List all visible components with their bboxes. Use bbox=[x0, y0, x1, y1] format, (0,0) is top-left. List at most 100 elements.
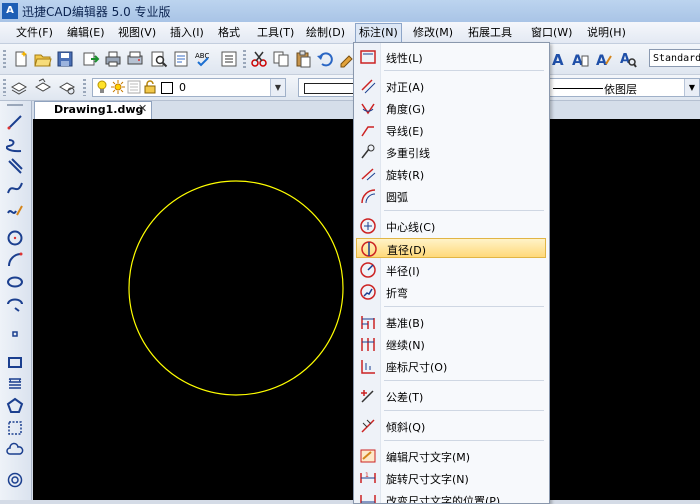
menu-item-baseline[interactable]: 基准(B) bbox=[356, 312, 546, 332]
toolbar-grip[interactable] bbox=[7, 104, 23, 107]
menu-item-diameter[interactable]: 直径(D) bbox=[356, 238, 546, 258]
menu-dimension[interactable]: 标注(N) bbox=[355, 23, 402, 43]
layer-state-icon[interactable] bbox=[58, 78, 76, 96]
close-icon[interactable]: ✕ bbox=[138, 102, 147, 115]
chevron-down-icon[interactable]: ▼ bbox=[270, 79, 285, 96]
layer-previous-icon[interactable] bbox=[34, 78, 52, 96]
chevron-down-icon[interactable]: ▼ bbox=[684, 79, 699, 96]
window-title: 迅捷CAD编辑器 5.0 专业版 bbox=[22, 5, 171, 19]
undo-icon[interactable] bbox=[316, 50, 334, 68]
menu-item-oblique[interactable]: 倾斜(Q) bbox=[356, 416, 546, 436]
lightbulb-icon[interactable] bbox=[95, 80, 109, 94]
svg-text:A: A bbox=[596, 53, 607, 68]
menu-item-rotate-dimtext[interactable]: 1 旋转尺寸文字(N) bbox=[356, 468, 546, 488]
menu-item-edit-dimtext[interactable]: 编辑尺寸文字(M) bbox=[356, 446, 546, 466]
menu-help[interactable]: 说明(H) bbox=[587, 25, 626, 41]
menu-item-linear[interactable]: 线性(L) bbox=[356, 47, 546, 67]
menu-format[interactable]: 格式 bbox=[218, 25, 240, 41]
polyline-tool-icon[interactable] bbox=[6, 136, 24, 154]
rectangle-tool-icon[interactable] bbox=[6, 353, 24, 371]
menu-separator bbox=[384, 70, 544, 71]
menu-bar: 文件(F) 编辑(E) 视图(V) 插入(I) 格式 工具(T) 绘制(D) 标… bbox=[0, 22, 700, 44]
text-edit-icon[interactable]: A bbox=[571, 50, 589, 68]
menu-item-move-dimtext[interactable]: 改变尺寸文字的位置(P) bbox=[356, 490, 546, 503]
menu-edit[interactable]: 编辑(E) bbox=[67, 25, 105, 41]
menu-item-aligned[interactable]: 对正(A) bbox=[356, 76, 546, 96]
export-icon[interactable] bbox=[82, 50, 100, 68]
menu-item-arc[interactable]: 圆弧 bbox=[356, 186, 546, 206]
menu-item-continue[interactable]: 继续(N) bbox=[356, 334, 546, 354]
spline-tool-icon[interactable] bbox=[6, 179, 24, 197]
spell-check-icon[interactable]: ABC bbox=[194, 50, 212, 68]
app-logo-icon: A bbox=[2, 3, 18, 19]
point-tool-icon[interactable] bbox=[6, 325, 24, 343]
circle-tool-icon[interactable] bbox=[6, 229, 24, 247]
properties-icon[interactable] bbox=[220, 50, 238, 68]
lock-icon[interactable] bbox=[143, 80, 157, 94]
title-bar: A 迅捷CAD编辑器 5.0 专业版 bbox=[0, 0, 700, 23]
ellipse-tool-icon[interactable] bbox=[6, 273, 24, 291]
menu-view[interactable]: 视图(V) bbox=[118, 25, 156, 41]
copy-icon[interactable] bbox=[272, 50, 290, 68]
toolbar-grip[interactable] bbox=[3, 50, 6, 68]
menu-item-ordinate[interactable]: 座标尺寸(O) bbox=[356, 356, 546, 376]
layer-color-swatch[interactable] bbox=[161, 82, 173, 94]
dimension-menu: 线性(L) 对正(A) 角度(G) 导线(E) 多重引线 旋转(R) 圆弧 中心… bbox=[353, 42, 550, 504]
text-style-select[interactable]: Standard bbox=[649, 49, 700, 67]
tolerance-icon bbox=[359, 387, 377, 405]
save-icon[interactable] bbox=[56, 50, 74, 68]
print-preview-icon[interactable] bbox=[150, 50, 168, 68]
menu-modify[interactable]: 修改(M) bbox=[413, 25, 453, 41]
menu-file[interactable]: 文件(F) bbox=[16, 25, 53, 41]
open-file-icon[interactable] bbox=[34, 50, 52, 68]
rotate-dimtext-icon: 1 bbox=[359, 469, 377, 487]
freeze-viewport-icon[interactable] bbox=[127, 80, 141, 94]
color-select[interactable] bbox=[298, 78, 358, 97]
layer-select[interactable]: 0 ▼ bbox=[92, 78, 286, 97]
hatch-tool-icon[interactable] bbox=[6, 375, 24, 393]
menu-item-multileader[interactable]: 多重引线 bbox=[356, 142, 546, 162]
new-file-icon[interactable] bbox=[12, 50, 30, 68]
menu-insert[interactable]: 插入(I) bbox=[170, 25, 204, 41]
menu-item-leader[interactable]: 导线(E) bbox=[356, 120, 546, 140]
freehand-tool-icon[interactable] bbox=[6, 201, 24, 219]
menu-separator bbox=[384, 440, 544, 441]
arc-tool-icon[interactable] bbox=[6, 251, 24, 269]
menu-window[interactable]: 窗口(W) bbox=[531, 25, 572, 41]
text-style-icon[interactable]: A bbox=[549, 50, 567, 68]
cut-icon[interactable] bbox=[250, 50, 268, 68]
page-setup-icon[interactable] bbox=[172, 50, 190, 68]
region-tool-icon[interactable] bbox=[6, 419, 24, 437]
menu-item-center-mark[interactable]: 中心线(C) bbox=[356, 216, 546, 236]
line-tool-icon[interactable] bbox=[6, 113, 24, 131]
cloud-tool-icon[interactable] bbox=[6, 441, 24, 459]
ellipse-arc-tool-icon[interactable] bbox=[6, 295, 24, 313]
multiline-tool-icon[interactable] bbox=[6, 157, 24, 175]
menu-item-angular[interactable]: 角度(G) bbox=[356, 98, 546, 118]
menu-draw[interactable]: 绘制(D) bbox=[306, 25, 345, 41]
linetype-select[interactable]: 依图层 ▼ bbox=[548, 78, 700, 97]
sun-icon[interactable] bbox=[111, 80, 125, 94]
edit-dimtext-icon bbox=[359, 447, 377, 465]
menu-item-rotated[interactable]: 旋转(R) bbox=[356, 164, 546, 184]
menu-item-jogged[interactable]: 折弯 bbox=[356, 282, 546, 302]
donut-tool-icon[interactable] bbox=[6, 471, 24, 489]
menu-separator bbox=[384, 210, 544, 211]
find-text-icon[interactable]: A bbox=[619, 50, 637, 68]
menu-extended-tools[interactable]: 拓展工具 bbox=[468, 25, 512, 41]
menu-separator bbox=[384, 380, 544, 381]
menu-tools[interactable]: 工具(T) bbox=[257, 25, 294, 41]
drawn-circle[interactable] bbox=[128, 180, 344, 396]
layer-manager-icon[interactable] bbox=[10, 78, 28, 96]
toolbar-grip[interactable] bbox=[3, 79, 6, 96]
radius-icon bbox=[359, 261, 377, 279]
menu-item-tolerance[interactable]: 公差(T) bbox=[356, 386, 546, 406]
rotated-dimension-icon bbox=[359, 165, 377, 183]
text-pen-icon[interactable]: A bbox=[595, 50, 613, 68]
polygon-tool-icon[interactable] bbox=[6, 397, 24, 415]
print-icon[interactable] bbox=[104, 50, 122, 68]
paste-icon[interactable] bbox=[294, 50, 312, 68]
menu-item-radius[interactable]: 半径(I) bbox=[356, 260, 546, 280]
document-tab[interactable]: Drawing1.dwg ✕ bbox=[34, 101, 152, 119]
plot-icon[interactable] bbox=[126, 50, 144, 68]
